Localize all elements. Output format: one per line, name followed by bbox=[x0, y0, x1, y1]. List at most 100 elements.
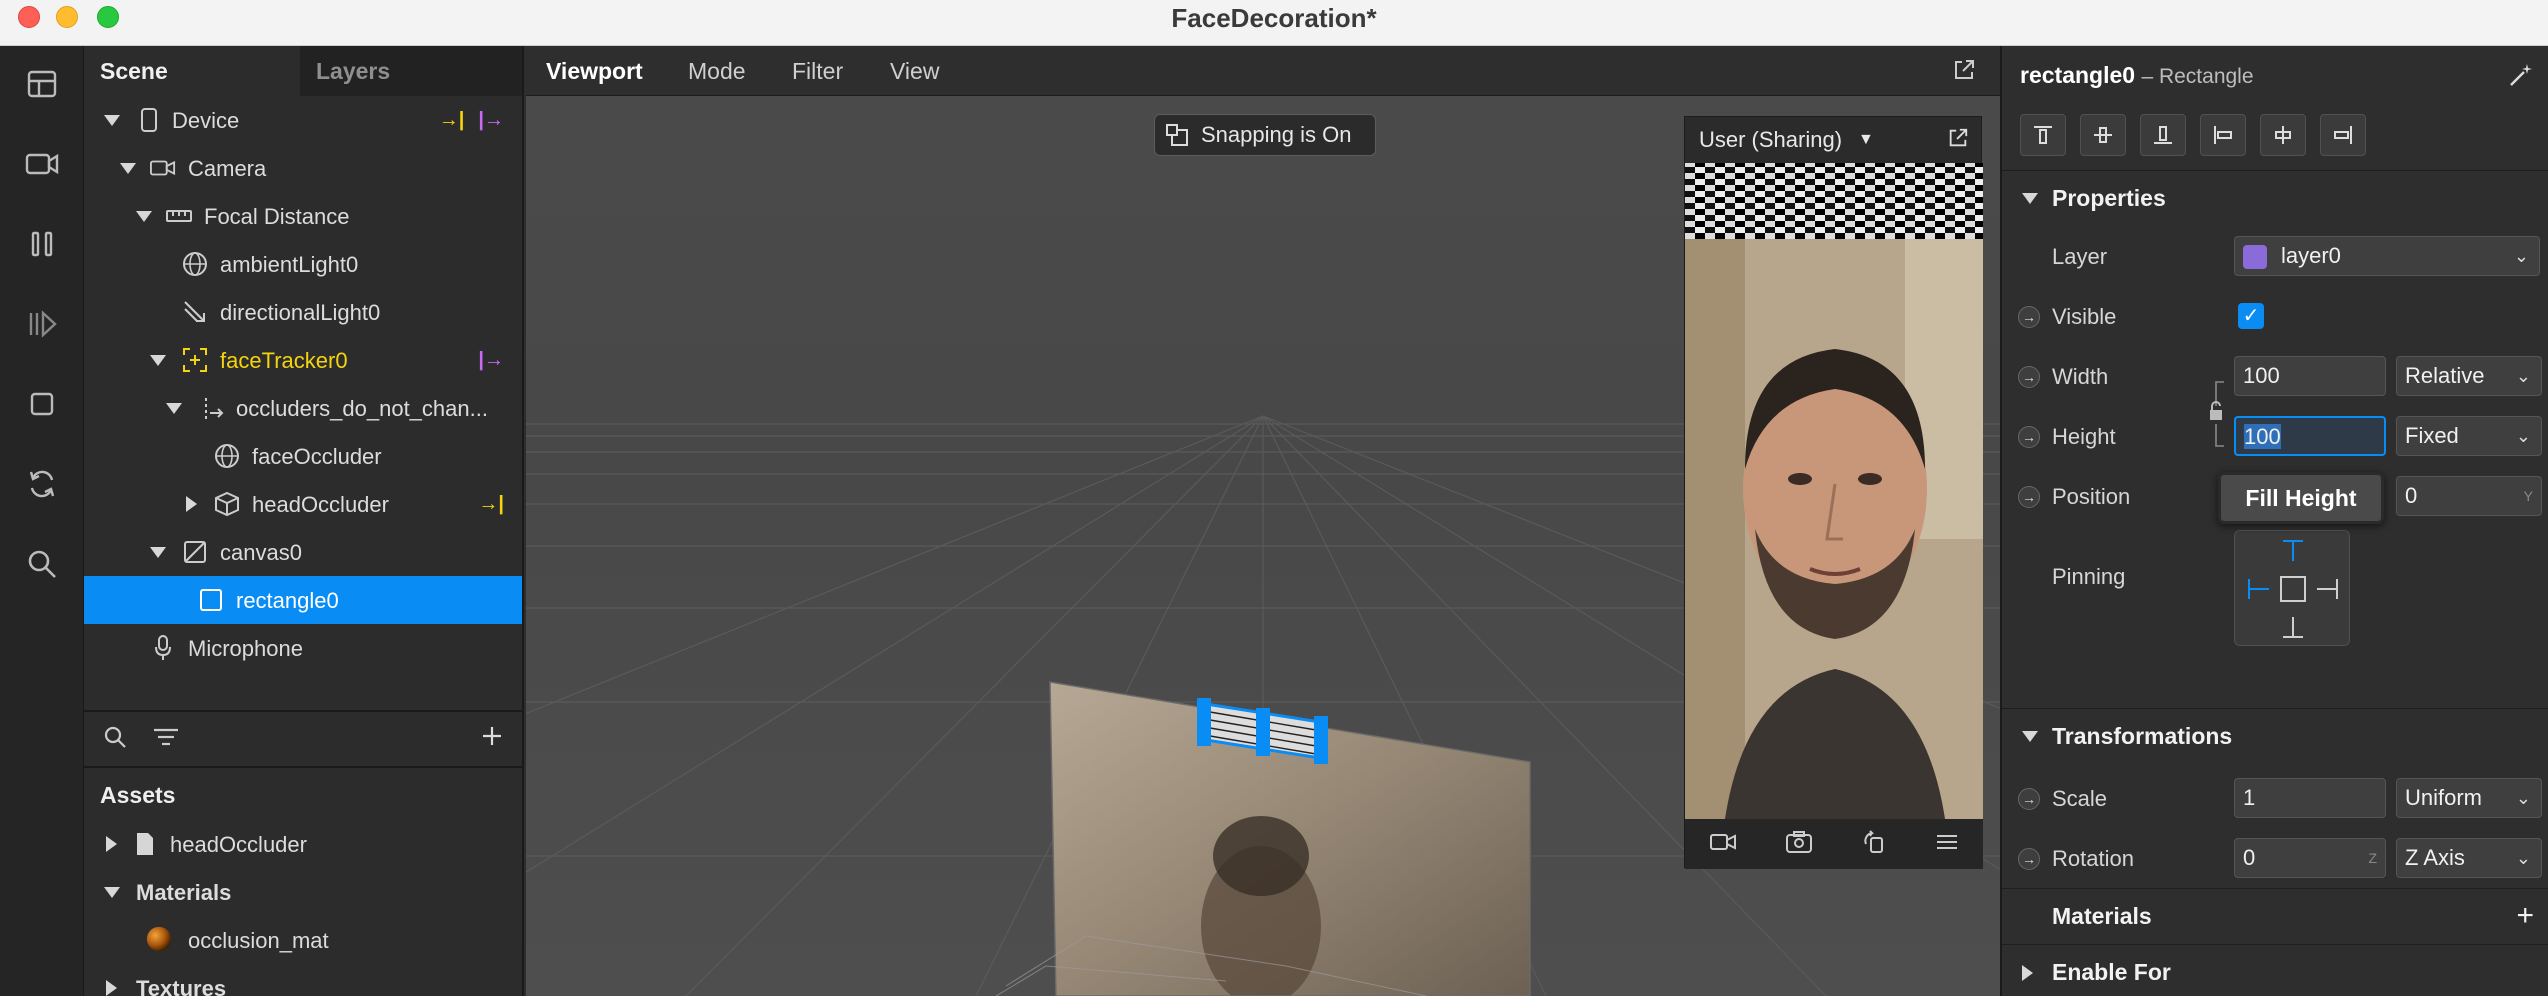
asset-label: occlusion_mat bbox=[188, 928, 329, 953]
tree-item-canvas[interactable]: canvas0 bbox=[84, 528, 522, 576]
width-input[interactable]: 100 bbox=[2234, 356, 2386, 396]
expand-arrow-icon[interactable] bbox=[166, 403, 182, 414]
menu-mode[interactable]: Mode bbox=[688, 58, 746, 85]
height-input[interactable]: 100 bbox=[2234, 416, 2386, 456]
keyframe-arrow-icon[interactable]: → bbox=[2018, 486, 2040, 508]
expand-arrow-icon[interactable] bbox=[2022, 731, 2038, 742]
tree-item-ambient-light[interactable]: ambientLight0 bbox=[84, 240, 522, 288]
filter-icon[interactable] bbox=[152, 726, 180, 753]
asset-group-textures[interactable]: Textures bbox=[84, 964, 522, 996]
magic-wand-icon[interactable] bbox=[2508, 62, 2534, 93]
pop-out-icon[interactable] bbox=[1947, 127, 1969, 155]
tree-item-face-tracker[interactable]: faceTracker0 |→ bbox=[84, 336, 522, 384]
tree-item-occluders[interactable]: occluders_do_not_chan... bbox=[84, 384, 522, 432]
chevron-down-icon[interactable]: ▼ bbox=[1858, 131, 1874, 149]
add-material-icon[interactable]: + bbox=[2516, 899, 2534, 933]
device-selector[interactable]: User (Sharing) bbox=[1699, 127, 1842, 153]
pop-out-icon[interactable] bbox=[1952, 58, 1976, 87]
menu-icon[interactable] bbox=[1935, 832, 1959, 857]
expand-arrow-icon[interactable] bbox=[104, 115, 120, 126]
keyframe-arrow-icon[interactable]: → bbox=[2018, 788, 2040, 810]
expand-arrow-icon[interactable] bbox=[120, 163, 136, 174]
prop-visible: → Visible ✓ bbox=[2002, 286, 2548, 346]
collapsed-arrow-icon[interactable] bbox=[2022, 965, 2033, 981]
transformations-section-header[interactable]: Transformations bbox=[2002, 708, 2548, 764]
stop-icon[interactable] bbox=[22, 384, 62, 424]
tab-layers[interactable]: Layers bbox=[300, 46, 516, 96]
tree-item-label: directionalLight0 bbox=[220, 300, 381, 325]
asset-item-occlusion-mat[interactable]: occlusion_mat bbox=[84, 916, 522, 964]
align-top-button[interactable] bbox=[2020, 114, 2066, 156]
video-camera-icon[interactable] bbox=[1709, 832, 1736, 857]
align-right-button[interactable] bbox=[2320, 114, 2366, 156]
collapsed-arrow-icon[interactable] bbox=[106, 836, 117, 852]
asset-label: headOccluder bbox=[170, 832, 307, 857]
tree-item-rectangle[interactable]: rectangle0 bbox=[84, 576, 522, 624]
keyframe-arrow-icon[interactable]: → bbox=[2018, 426, 2040, 448]
file-icon bbox=[132, 831, 158, 857]
visible-checkbox[interactable]: ✓ bbox=[2238, 303, 2264, 329]
link-out-icon[interactable]: |→ bbox=[478, 349, 504, 372]
enable-for-section-header[interactable]: Enable For bbox=[2002, 944, 2548, 996]
collapsed-arrow-icon[interactable] bbox=[186, 496, 197, 512]
tab-scene[interactable]: Scene bbox=[84, 46, 300, 96]
pause-icon[interactable] bbox=[22, 224, 62, 264]
to-end-icon[interactable]: →| bbox=[478, 493, 504, 516]
menu-viewport[interactable]: Viewport bbox=[546, 58, 643, 85]
rotate-device-icon[interactable] bbox=[1862, 829, 1886, 859]
asset-group-materials[interactable]: Materials bbox=[84, 868, 522, 916]
chevron-down-icon: ⌄ bbox=[2515, 426, 2531, 446]
asset-item-head-occluder[interactable]: headOccluder bbox=[84, 820, 522, 868]
scale-input[interactable]: 1 bbox=[2234, 778, 2386, 818]
step-forward-icon[interactable] bbox=[22, 304, 62, 344]
tree-item-camera[interactable]: Camera bbox=[84, 144, 522, 192]
width-mode-dropdown[interactable]: Relative ⌄ bbox=[2396, 356, 2542, 396]
refresh-icon[interactable] bbox=[22, 464, 62, 504]
align-middle-button[interactable] bbox=[2080, 114, 2126, 156]
search-icon[interactable] bbox=[102, 724, 128, 755]
materials-section-header[interactable]: Materials + bbox=[2002, 888, 2548, 944]
layout-icon[interactable] bbox=[22, 64, 62, 104]
switch-camera-icon[interactable] bbox=[1785, 830, 1813, 859]
link-out-icon[interactable]: |→ bbox=[478, 109, 504, 132]
rotation-axis-value: Z Axis bbox=[2405, 845, 2465, 870]
add-object-icon[interactable] bbox=[480, 724, 504, 753]
fill-height-tooltip[interactable]: Fill Height bbox=[2218, 472, 2384, 524]
tree-item-head-occluder[interactable]: headOccluder →| bbox=[84, 480, 522, 528]
align-center-button[interactable] bbox=[2260, 114, 2306, 156]
keyframe-arrow-icon[interactable]: → bbox=[2018, 848, 2040, 870]
pinning-widget[interactable] bbox=[2234, 530, 2350, 646]
expand-arrow-icon[interactable] bbox=[2022, 193, 2038, 204]
snapping-toggle[interactable]: Snapping is On bbox=[1154, 114, 1376, 156]
tree-item-microphone[interactable]: Microphone bbox=[84, 624, 522, 672]
align-left-button[interactable] bbox=[2200, 114, 2246, 156]
expand-arrow-icon[interactable] bbox=[150, 355, 166, 366]
device-preview[interactable]: User (Sharing) ▼ bbox=[1684, 116, 1983, 869]
tree-item-directional-light[interactable]: directionalLight0 bbox=[84, 288, 522, 336]
to-end-icon[interactable]: →| bbox=[439, 109, 465, 132]
properties-section-header[interactable]: Properties bbox=[2002, 170, 2548, 226]
keyframe-arrow-icon[interactable]: → bbox=[2018, 306, 2040, 328]
expand-arrow-icon[interactable] bbox=[150, 547, 166, 558]
expand-arrow-icon[interactable] bbox=[136, 211, 152, 222]
rotation-input[interactable]: 0 Z bbox=[2234, 838, 2386, 878]
align-bottom-button[interactable] bbox=[2140, 114, 2186, 156]
tree-item-focal-distance[interactable]: Focal Distance bbox=[84, 192, 522, 240]
position-y-input[interactable]: 0 Y bbox=[2396, 476, 2542, 516]
expand-arrow-icon[interactable] bbox=[104, 887, 120, 898]
object-type: – Rectangle bbox=[2141, 65, 2254, 88]
layer-dropdown[interactable]: layer0 ⌄ bbox=[2234, 236, 2540, 276]
collapsed-arrow-icon[interactable] bbox=[106, 980, 117, 996]
menu-view[interactable]: View bbox=[890, 58, 939, 85]
keyframe-arrow-icon[interactable]: → bbox=[2018, 366, 2040, 388]
tree-item-face-occluder[interactable]: faceOccluder bbox=[84, 432, 522, 480]
viewport[interactable]: Viewport Mode Filter View Snapping is On… bbox=[526, 46, 2000, 996]
menu-filter[interactable]: Filter bbox=[792, 58, 843, 85]
scale-mode-dropdown[interactable]: Uniform ⌄ bbox=[2396, 778, 2542, 818]
tree-item-device[interactable]: Device →| |→ bbox=[84, 96, 522, 144]
search-icon[interactable] bbox=[22, 544, 62, 584]
video-camera-icon[interactable] bbox=[22, 144, 62, 184]
rotation-axis-dropdown[interactable]: Z Axis ⌄ bbox=[2396, 838, 2542, 878]
height-mode-dropdown[interactable]: Fixed ⌄ bbox=[2396, 416, 2542, 456]
scene-tabs: Scene Layers bbox=[84, 46, 522, 96]
